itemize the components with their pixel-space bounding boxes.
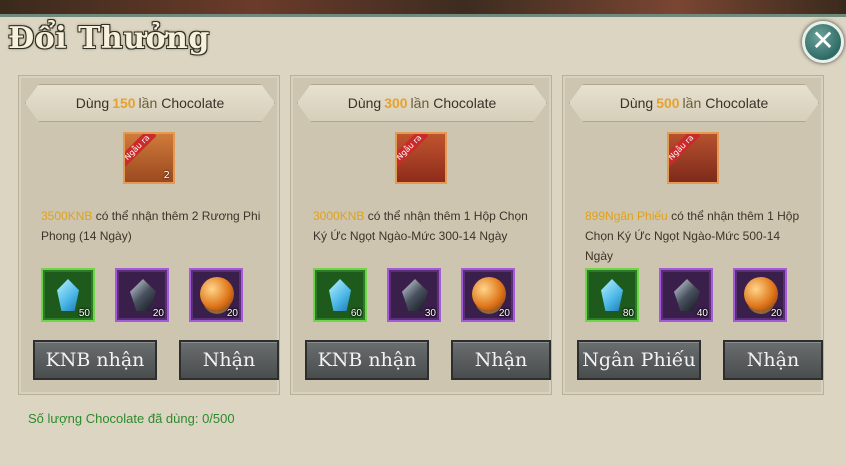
chest-count: 2 — [163, 170, 170, 181]
claim-button[interactable]: Nhận — [179, 340, 279, 380]
chocolate-used-counter: Số lượng Chocolate đã dùng: 0/500 — [28, 411, 235, 426]
item-quantity: 60 — [350, 308, 362, 319]
card-header-suffix: Chocolate — [705, 95, 769, 111]
silver-note-claim-button[interactable]: Ngân Phiếu — [577, 340, 701, 380]
reward-card-500: Dùng 500 lần Chocolate Ngẫu ra 899Ngân P… — [562, 75, 824, 395]
item-quantity: 30 — [424, 308, 436, 319]
item-quantity: 20 — [226, 308, 238, 319]
card-header-prefix: Dùng — [619, 95, 654, 111]
treasure-chest-icon[interactable]: Ngẫu ra 2 — [123, 132, 175, 184]
reward-exchange-panel: Đổi Thưởng ✕ Dùng 150 lần Chocolate Ngẫu… — [0, 14, 846, 465]
knb-claim-button[interactable]: KNB nhận — [33, 340, 157, 380]
blue-crystal-icon[interactable]: 50 — [41, 268, 95, 322]
chest-badge: Ngẫu ra — [669, 134, 701, 167]
chest-badge: Ngẫu ra — [125, 134, 157, 167]
item-quantity: 20 — [498, 308, 510, 319]
reward-items: 60 30 20 — [313, 268, 533, 324]
card-header: Dùng 300 lần Chocolate — [297, 84, 547, 122]
reward-items: 80 40 20 — [585, 268, 805, 324]
card-header-prefix: Dùng — [347, 95, 382, 111]
card-header-count: 500 — [656, 95, 680, 111]
gift-box-icon[interactable]: Ngẫu ra — [667, 132, 719, 184]
card-header-suffix: Chocolate — [161, 95, 225, 111]
blue-crystal-icon[interactable]: 80 — [585, 268, 639, 322]
reward-cost: 899Ngân Phiếu — [585, 209, 668, 223]
dark-crystal-icon[interactable]: 30 — [387, 268, 441, 322]
card-header-times: lần — [138, 95, 158, 111]
card-header: Dùng 150 lần Chocolate — [25, 84, 275, 122]
card-header-times: lần — [410, 95, 430, 111]
close-button[interactable]: ✕ — [802, 21, 844, 63]
card-header-prefix: Dùng — [75, 95, 110, 111]
card-header-suffix: Chocolate — [433, 95, 497, 111]
orange-orb-icon[interactable]: 20 — [733, 268, 787, 322]
card-header-count: 150 — [112, 95, 136, 111]
reward-description: 3500KNB có thể nhận thêm 2 Rương Phi Pho… — [41, 206, 261, 246]
reward-cost: 3000KNB — [313, 209, 365, 223]
reward-description: 3000KNB có thể nhận thêm 1 Hộp Chọn Ký Ứ… — [313, 206, 533, 246]
dark-crystal-icon[interactable]: 40 — [659, 268, 713, 322]
dark-crystal-icon[interactable]: 20 — [115, 268, 169, 322]
reward-description: 899Ngân Phiếu có thể nhận thêm 1 Hộp Chọ… — [585, 206, 805, 266]
gift-box-icon[interactable]: Ngẫu ra — [395, 132, 447, 184]
reward-card-300: Dùng 300 lần Chocolate Ngẫu ra 3000KNB c… — [290, 75, 552, 395]
card-header-count: 300 — [384, 95, 408, 111]
reward-cost: 3500KNB — [41, 209, 93, 223]
blue-crystal-icon[interactable]: 60 — [313, 268, 367, 322]
chest-badge: Ngẫu ra — [397, 134, 429, 167]
knb-claim-button[interactable]: KNB nhận — [305, 340, 429, 380]
item-quantity: 50 — [78, 308, 90, 319]
reward-card-150: Dùng 150 lần Chocolate Ngẫu ra 2 3500KNB… — [18, 75, 280, 395]
claim-button[interactable]: Nhận — [451, 340, 551, 380]
orange-orb-icon[interactable]: 20 — [189, 268, 243, 322]
panel-title: Đổi Thưởng — [8, 21, 210, 56]
orange-orb-icon[interactable]: 20 — [461, 268, 515, 322]
item-quantity: 80 — [622, 308, 634, 319]
card-header: Dùng 500 lần Chocolate — [569, 84, 819, 122]
item-quantity: 20 — [770, 308, 782, 319]
card-header-times: lần — [682, 95, 702, 111]
claim-button[interactable]: Nhận — [723, 340, 823, 380]
reward-items: 50 20 20 — [41, 268, 261, 324]
item-quantity: 20 — [152, 308, 164, 319]
item-quantity: 40 — [696, 308, 708, 319]
